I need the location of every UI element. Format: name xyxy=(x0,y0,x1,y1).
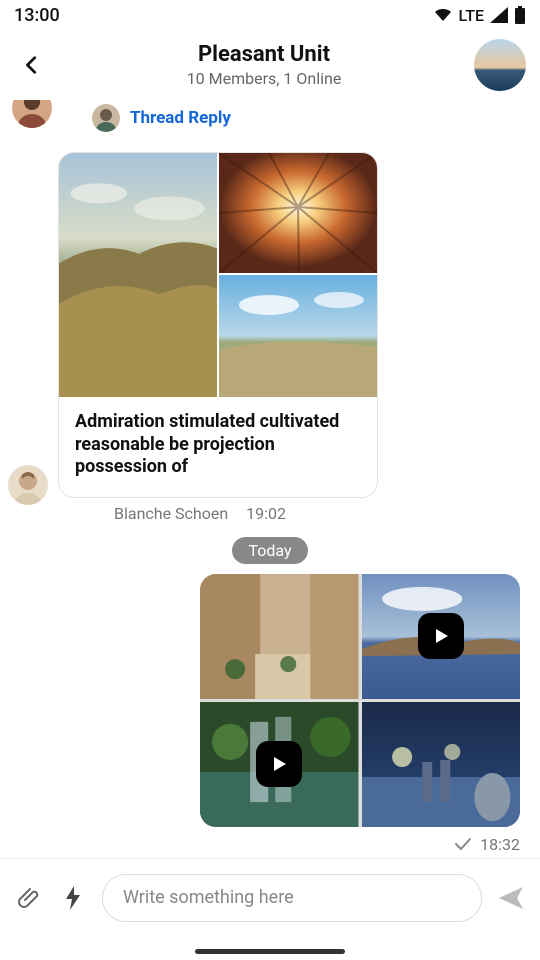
header-title-block[interactable]: Pleasant Unit 10 Members, 1 Online xyxy=(54,42,474,88)
play-icon xyxy=(418,613,464,659)
send-button[interactable] xyxy=(496,883,526,913)
home-indicator[interactable] xyxy=(195,949,345,954)
signal-icon xyxy=(490,7,508,23)
card-image[interactable] xyxy=(59,153,217,397)
chat-header: Pleasant Unit 10 Members, 1 Online xyxy=(0,30,540,100)
media-image[interactable] xyxy=(200,574,359,699)
chat-subtitle: 10 Members, 1 Online xyxy=(54,69,474,88)
date-separator: Today xyxy=(8,537,532,564)
message-card[interactable]: Admiration stimulated cultivated reasona… xyxy=(58,152,378,498)
outgoing-message: 18:32 xyxy=(8,574,532,854)
status-bar: 13:00 LTE xyxy=(0,0,540,30)
media-image[interactable] xyxy=(362,702,521,827)
back-button[interactable] xyxy=(10,43,54,87)
message-meta: 18:32 xyxy=(454,835,520,854)
thread-reply-row[interactable]: Thread Reply xyxy=(12,100,532,138)
card-text: Admiration stimulated cultivated reasona… xyxy=(59,397,377,497)
send-icon xyxy=(497,884,525,912)
wifi-icon xyxy=(433,7,453,23)
paperclip-icon xyxy=(17,886,41,910)
thread-reply-link[interactable]: Thread Reply xyxy=(130,108,231,128)
chevron-left-icon xyxy=(21,54,43,76)
avatar xyxy=(12,100,52,128)
flash-button[interactable] xyxy=(58,883,88,913)
message-list[interactable]: Thread Reply Admiration stimul xyxy=(0,100,540,858)
sender-name: Blanche Schoen xyxy=(114,504,228,523)
input-placeholder: Write something here xyxy=(123,887,294,908)
attachment-button[interactable] xyxy=(14,883,44,913)
card-image[interactable] xyxy=(219,153,377,273)
card-image[interactable] xyxy=(219,275,377,397)
check-icon xyxy=(454,837,472,851)
message-meta: Blanche Schoen 19:02 xyxy=(114,504,378,523)
media-video[interactable] xyxy=(362,574,521,699)
chat-avatar[interactable] xyxy=(474,39,526,91)
battery-icon xyxy=(514,6,526,24)
date-pill: Today xyxy=(232,537,307,564)
message-composer: Write something here xyxy=(0,858,540,936)
message-input[interactable]: Write something here xyxy=(102,874,482,922)
message-time: 19:02 xyxy=(246,504,286,523)
chat-title: Pleasant Unit xyxy=(54,42,474,67)
incoming-message: Admiration stimulated cultivated reasona… xyxy=(8,152,532,523)
network-label: LTE xyxy=(459,6,484,25)
lightning-icon xyxy=(63,885,83,911)
media-video[interactable] xyxy=(200,702,359,827)
play-icon xyxy=(256,741,302,787)
message-time: 18:32 xyxy=(480,835,520,854)
media-grid[interactable] xyxy=(200,574,520,827)
clock: 13:00 xyxy=(14,5,60,26)
status-icons: LTE xyxy=(433,6,526,25)
avatar xyxy=(92,104,120,132)
avatar[interactable] xyxy=(8,465,48,505)
card-image-grid xyxy=(59,153,377,397)
